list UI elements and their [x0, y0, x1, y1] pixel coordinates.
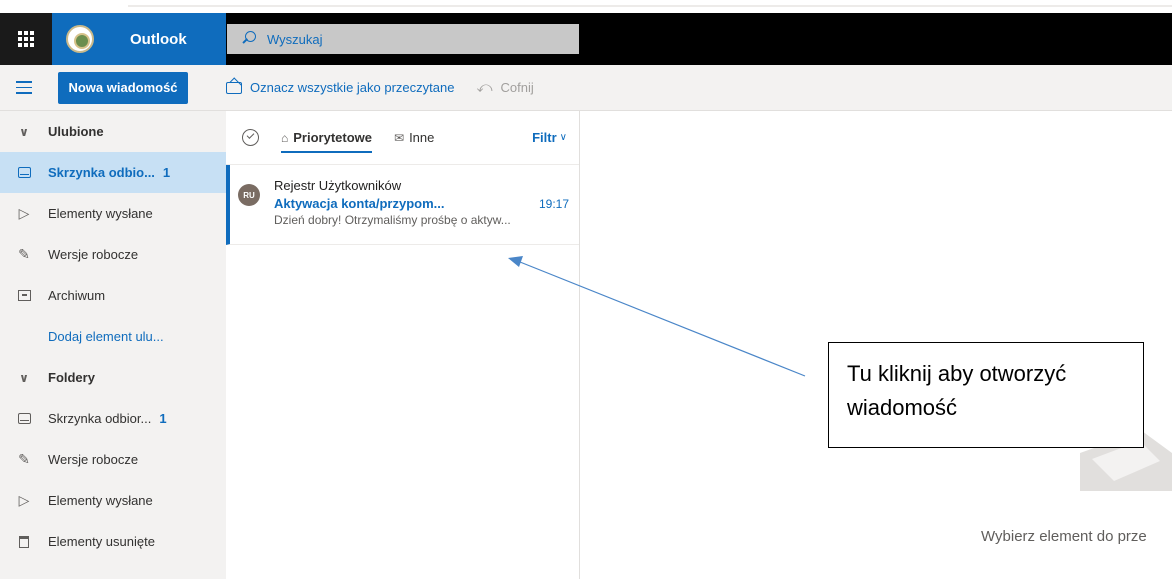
annotation-callout: Tu kliknij aby otworzyć wiadomość [828, 342, 1144, 448]
search-icon [241, 31, 257, 47]
search-input[interactable]: Wyszukaj [267, 32, 323, 47]
message-sender: Rejestr Użytkowników [274, 178, 402, 193]
sidebar-item-label: Elementy wysłane [48, 206, 153, 221]
top-strip [0, 0, 1172, 13]
sidebar-item-drafts[interactable]: ✎ Wersje robocze [0, 234, 226, 275]
sidebar-item-label: Wersje robocze [48, 452, 139, 467]
top-strip-line [128, 5, 1172, 7]
undo-icon: ⤺ [476, 79, 493, 96]
sidebar-item-inbox-folder[interactable]: Skrzynka odbior... 1 [0, 398, 226, 439]
section-folders-label: Foldery [48, 370, 95, 385]
sidebar-item-sent-folder[interactable]: ▷ Elementy wysłane [0, 480, 226, 521]
waffle-icon [18, 31, 34, 47]
sidebar-item-label: Elementy usunięte [48, 534, 155, 549]
tab-other-label: Inne [409, 130, 435, 145]
trash-icon [19, 535, 29, 548]
tab-other[interactable]: ✉ Inne [394, 111, 434, 165]
add-favorite-label: Dodaj element ulu... [48, 329, 164, 344]
sidebar-item-inbox[interactable]: Skrzynka odbio... 1 [0, 152, 226, 193]
sidebar-item-label: Archiwum [48, 288, 106, 303]
message-time: 19:17 [538, 197, 569, 211]
empty-reading-pane-text: Wybierz element do prze [981, 528, 1147, 545]
inbox-icon [17, 167, 31, 178]
hamburger-icon [16, 81, 32, 83]
sidebar-item-label: Skrzynka odbio... [48, 165, 155, 180]
envelope-open-icon [226, 81, 242, 94]
section-favorites-label: Ulubione [48, 124, 104, 139]
sidebar-item-deleted-folder[interactable]: Elementy usunięte [0, 521, 226, 562]
message-list: ⌂ Priorytetowe ✉ Inne Filtr ∨ RU Rejestr… [226, 111, 580, 579]
callout-line-2: wiadomość [847, 395, 958, 420]
send-icon: ▷ [18, 205, 30, 221]
command-bar: Nowa wiadomość Oznacz wszystkie jako prz… [0, 65, 1172, 111]
filter-button[interactable]: Filtr ∨ [532, 130, 567, 145]
sidebar-item-archive[interactable]: Archiwum [0, 275, 226, 316]
sidebar-item-drafts-folder[interactable]: ✎ Wersje robocze [0, 439, 226, 480]
section-folders[interactable]: ∨ Foldery [0, 357, 226, 398]
mail-icon: ✉ [394, 130, 405, 145]
list-tabs: ⌂ Priorytetowe ✉ Inne Filtr ∨ [226, 111, 579, 165]
search-box[interactable]: Wyszukaj [227, 24, 579, 54]
inbox-icon [17, 413, 31, 424]
unread-count: 1 [162, 165, 171, 180]
avatar: RU [238, 184, 260, 206]
new-message-button[interactable]: Nowa wiadomość [58, 71, 188, 104]
brand-area[interactable]: Outlook [52, 13, 226, 65]
app-header: Outlook Wyszukaj [0, 13, 1172, 65]
sidebar-item-sent[interactable]: ▷ Elementy wysłane [0, 193, 226, 234]
tab-focused[interactable]: ⌂ Priorytetowe [281, 111, 372, 165]
send-icon: ▷ [18, 492, 30, 508]
sidebar-item-label: Elementy wysłane [48, 493, 153, 508]
undo-button[interactable]: ⤺ Cofnij [476, 79, 533, 96]
chevron-down-icon: ∨ [19, 124, 29, 139]
app-name: Outlook [130, 30, 187, 48]
chevron-down-icon: ∨ [559, 132, 567, 143]
menu-toggle-button[interactable] [0, 65, 48, 111]
section-favorites[interactable]: ∨ Ulubione [0, 111, 226, 152]
archive-icon [17, 290, 31, 301]
callout-line-1: Tu kliknij aby otworzyć [847, 361, 1067, 386]
focused-inbox-icon: ⌂ [281, 130, 289, 145]
filter-label: Filtr [532, 130, 557, 145]
chevron-down-icon: ∨ [19, 370, 29, 385]
unread-count: 1 [159, 411, 167, 426]
message-subject: Aktywacja konta/przypom... [274, 196, 445, 211]
message-preview: Dzień dobry! Otrzymaliśmy prośbę o aktyw… [274, 213, 511, 227]
undo-label: Cofnij [500, 80, 534, 95]
pencil-icon: ✎ [18, 246, 30, 262]
message-item[interactable]: RU Rejestr Użytkowników Aktywacja konta/… [226, 165, 579, 245]
add-favorite-link[interactable]: Dodaj element ulu... [0, 316, 226, 357]
app-launcher-button[interactable] [0, 13, 52, 65]
folder-pane: ∨ Ulubione Skrzynka odbio... 1 ▷ Element… [0, 111, 226, 579]
mark-all-read-button[interactable]: Oznacz wszystkie jako przeczytane [226, 80, 454, 95]
sidebar-item-label: Wersje robocze [48, 247, 139, 262]
select-all-checkbox[interactable] [242, 129, 259, 146]
tab-focused-label: Priorytetowe [293, 130, 372, 145]
organization-logo-icon [66, 25, 94, 53]
sidebar-item-label: Skrzynka odbior... [48, 411, 152, 426]
mark-all-read-label: Oznacz wszystkie jako przeczytane [250, 80, 455, 95]
pencil-icon: ✎ [18, 451, 30, 467]
